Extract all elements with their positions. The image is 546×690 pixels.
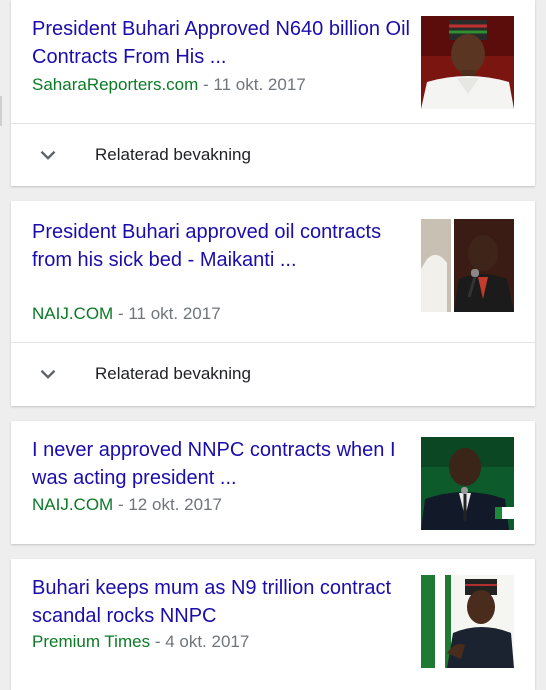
news-story-4[interactable]: Buhari keeps mum as N9 trillion contract…: [11, 559, 535, 690]
headline-link[interactable]: President Buhari approved oil contracts …: [32, 218, 412, 274]
publish-date: - 11 okt. 2017: [203, 75, 306, 94]
headline-link[interactable]: President Buhari Approved N640 billion O…: [32, 15, 412, 71]
related-coverage-toggle[interactable]: Relaterad bevakning: [11, 124, 535, 186]
related-coverage-label: Relaterad bevakning: [95, 364, 251, 383]
scroll-edge-marker: [0, 96, 2, 126]
source-name: NAIJ.COM: [32, 304, 114, 323]
article-meta: Premium Times - 4 okt. 2017: [32, 631, 249, 653]
news-story-3[interactable]: I never approved NNPC contracts when I w…: [11, 421, 535, 544]
related-coverage-label: Relaterad bevakning: [95, 145, 251, 164]
chevron-down-icon: [40, 150, 56, 160]
news-story-2[interactable]: President Buhari approved oil contracts …: [11, 201, 535, 342]
source-name: NAIJ.COM: [32, 495, 114, 514]
news-card-1: President Buhari Approved N640 billion O…: [11, 0, 535, 186]
article-thumbnail[interactable]: [421, 575, 514, 668]
headline-link[interactable]: Buhari keeps mum as N9 trillion contract…: [32, 574, 412, 630]
publish-date: - 12 okt. 2017: [117, 495, 222, 514]
chevron-down-icon: [40, 369, 56, 379]
article-meta: NAIJ.COM - 12 okt. 2017: [32, 494, 222, 516]
article-meta: SaharaReporters.com - 11 okt. 2017: [32, 74, 306, 96]
headline-link[interactable]: I never approved NNPC contracts when I w…: [32, 436, 412, 492]
article-thumbnail[interactable]: [421, 437, 514, 530]
article-thumbnail[interactable]: [421, 219, 514, 312]
article-meta: NAIJ.COM - 11 okt. 2017: [32, 303, 221, 325]
news-card-3: I never approved NNPC contracts when I w…: [11, 421, 535, 544]
news-card-4: Buhari keeps mum as N9 trillion contract…: [11, 559, 535, 690]
related-coverage-toggle[interactable]: Relaterad bevakning: [11, 343, 535, 405]
publish-date: - 11 okt. 2017: [117, 304, 221, 323]
source-name: SaharaReporters.com: [32, 75, 199, 94]
source-name: Premium Times: [32, 632, 151, 651]
news-story-1[interactable]: President Buhari Approved N640 billion O…: [11, 0, 535, 123]
article-thumbnail[interactable]: [421, 16, 514, 109]
publish-date: - 4 okt. 2017: [154, 632, 250, 651]
news-card-2: President Buhari approved oil contracts …: [11, 201, 535, 406]
